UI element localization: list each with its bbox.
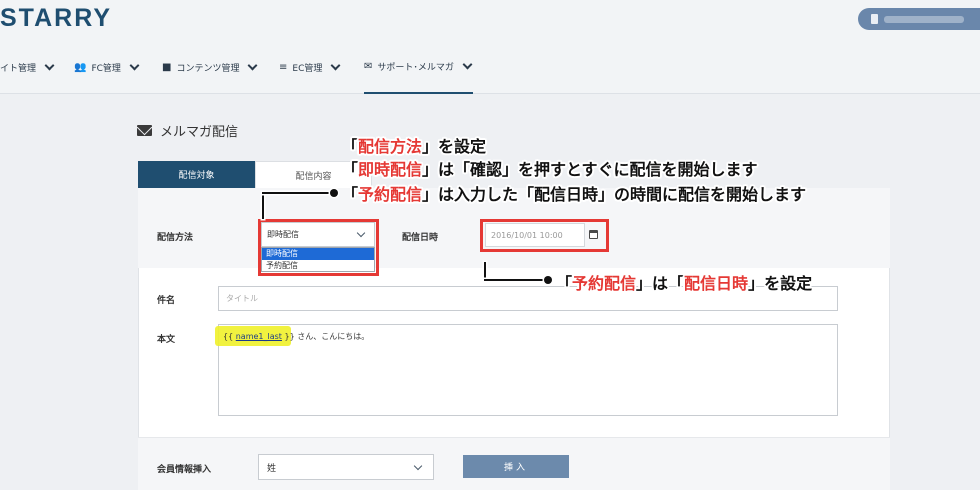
top-bar: STARRY — [0, 0, 980, 40]
tab-delivery-target[interactable]: 配信対象 — [138, 161, 255, 188]
nav-item-label: FC管理 — [91, 63, 121, 74]
body-prefix: {{ — [223, 332, 236, 341]
nav-item-ec[interactable]: ≡ EC管理 — [279, 40, 341, 94]
user-icon — [871, 14, 878, 24]
nav-item-support-mailmag[interactable]: ✉ サポート･メルマガ — [364, 40, 473, 94]
nav-item-label: イト管理 — [0, 63, 37, 74]
callout-immediate: 「即時配信」は「確認」を押すとすぐに配信を開始します — [342, 160, 758, 179]
chevron-down-icon — [44, 60, 55, 70]
method-select[interactable]: 即時配信 — [261, 222, 375, 247]
method-label: 配信方法 — [157, 233, 194, 243]
method-option-scheduled[interactable]: 予約配信 — [262, 260, 374, 272]
member-insert-label: 会員情報挿入 — [157, 465, 212, 475]
folder-icon: ■ — [162, 61, 172, 73]
chevron-down-icon — [356, 228, 366, 238]
envelope-icon: ✉ — [364, 60, 373, 72]
datetime-input[interactable]: 2016/10/01 10:00 — [485, 223, 585, 247]
member-select-value: 姓 — [267, 463, 277, 474]
page-title-text: メルマガ配信 — [160, 125, 239, 140]
main-nav: イト管理 👥 FC管理 ■ コンテンツ管理 ≡ EC管理 ✉ サポート･メルマガ — [0, 40, 980, 94]
cart-icon: ≡ — [279, 61, 288, 73]
page-title: メルマガ配信 — [137, 121, 238, 140]
chevron-down-icon — [129, 60, 140, 70]
callout-method: 「配信方法」を設定 — [342, 137, 487, 156]
nav-item-label: コンテンツ管理 — [176, 63, 240, 74]
calendar-icon[interactable] — [589, 230, 598, 239]
datetime-label: 配信日時 — [402, 233, 439, 243]
chevron-down-icon — [248, 60, 258, 70]
chevron-down-icon — [413, 461, 423, 471]
member-field-select[interactable]: 姓 — [258, 454, 434, 480]
body-variable: name1_last — [235, 332, 282, 341]
user-menu[interactable] — [858, 8, 980, 30]
nav-item-site[interactable]: イト管理 — [0, 40, 55, 94]
users-icon: 👥 — [74, 61, 87, 73]
nav-item-fc[interactable]: 👥 FC管理 — [74, 40, 140, 94]
subject-label: 件名 — [157, 296, 176, 306]
method-dropdown-list: 即時配信 予約配信 — [261, 247, 375, 272]
tab-delivery-content[interactable]: 配信内容 — [255, 161, 372, 188]
app-logo[interactable]: STARRY — [0, 4, 112, 33]
subject-input[interactable]: タイトル — [218, 286, 838, 311]
nav-item-contents[interactable]: ■ コンテンツ管理 — [162, 40, 258, 94]
user-name-redacted — [884, 16, 964, 23]
nav-item-label: サポート･メルマガ — [377, 62, 454, 73]
body-label: 本文 — [157, 335, 176, 345]
body-text: {{ name1_last }} さん、こんにちは。 — [223, 331, 369, 342]
insert-button[interactable]: 挿入 — [463, 455, 569, 478]
nav-item-label: EC管理 — [292, 63, 323, 74]
chevron-down-icon — [330, 60, 341, 70]
method-select-value: 即時配信 — [267, 230, 299, 239]
body-suffix: }} さん、こんにちは。 — [281, 332, 370, 341]
envelope-icon — [137, 125, 152, 136]
method-option-immediate[interactable]: 即時配信 — [262, 248, 374, 260]
chevron-down-icon — [462, 59, 473, 69]
